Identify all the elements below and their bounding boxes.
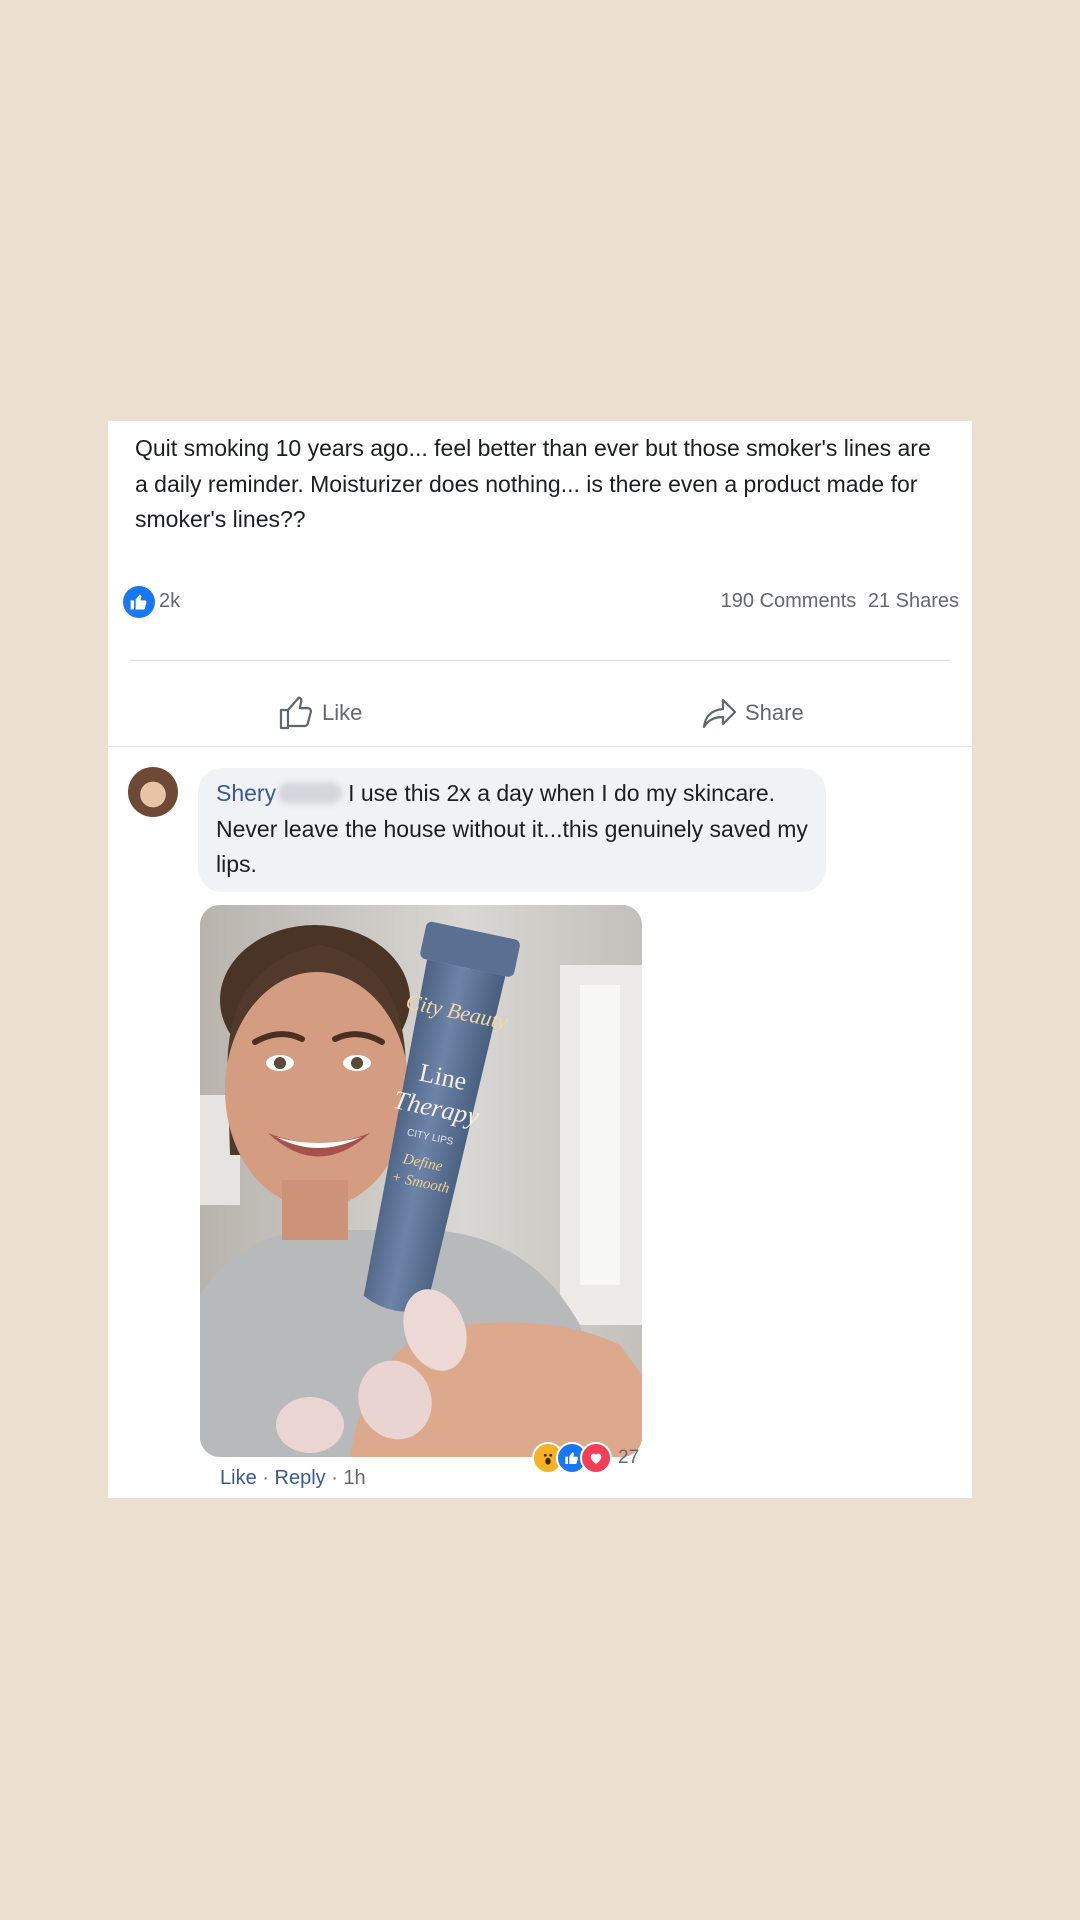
comment-photo[interactable]: City Beauty Line Therapy CITY LIPS Defin… <box>200 905 642 1457</box>
blurred-surname <box>278 782 343 804</box>
comment-reply-link[interactable]: Reply <box>275 1467 326 1489</box>
separator: · <box>331 1467 338 1489</box>
comment-reactions[interactable]: 27 <box>532 1441 639 1475</box>
comment-bubble: Shery I use this 2x a day when I do my sk… <box>198 768 826 892</box>
love-icon <box>580 1442 612 1474</box>
facebook-post-card: Quit smoking 10 years ago... feel better… <box>108 421 972 1498</box>
like-button-label: Like <box>322 700 363 725</box>
reaction-count: 27 <box>618 1447 640 1468</box>
post-stats: 2k 190 Comments 21 Shares <box>123 584 959 620</box>
share-arrow-icon <box>702 698 737 729</box>
comment-like-link[interactable]: Like <box>220 1467 257 1489</box>
share-button[interactable]: Share <box>701 693 804 733</box>
engagement-counts: 190 Comments 21 Shares <box>721 590 959 613</box>
thumbs-up-outline-icon <box>279 696 312 730</box>
separator: · <box>262 1467 269 1489</box>
comment-actions: Like · Reply · 1h <box>220 1467 366 1490</box>
divider <box>130 660 950 661</box>
like-button[interactable]: Like <box>278 693 362 733</box>
shares-count[interactable]: 21 Shares <box>868 590 959 612</box>
post-text: Quit smoking 10 years ago... feel better… <box>135 435 931 532</box>
avatar[interactable] <box>128 767 178 817</box>
like-count[interactable]: 2k <box>159 590 180 613</box>
thumbs-up-icon[interactable] <box>123 586 155 618</box>
share-button-label: Share <box>745 700 804 725</box>
comment-author[interactable]: Shery <box>216 780 276 806</box>
divider <box>108 746 972 747</box>
comments-count[interactable]: 190 Comments <box>721 590 857 612</box>
comment-time: 1h <box>343 1467 366 1489</box>
